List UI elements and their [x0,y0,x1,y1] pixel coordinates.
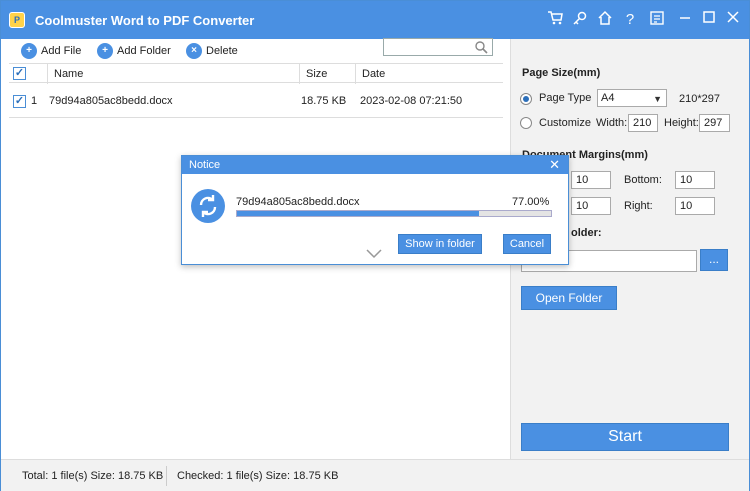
start-button[interactable]: Start [521,423,729,451]
refresh-icon [191,189,225,223]
right-label: Right: [624,200,653,212]
page-type-value: A4 [601,92,615,104]
progress-bar [236,210,552,217]
row-date: 2023-02-08 07:21:50 [360,95,463,107]
left-margin-field[interactable]: 10 [571,197,611,215]
cart-icon[interactable] [545,10,565,30]
customize-radio[interactable] [520,117,532,129]
add-folder-button[interactable]: + Add Folder [97,42,171,60]
search-input[interactable] [383,38,493,56]
add-file-label: Add File [41,45,82,57]
feedback-icon[interactable] [647,10,667,30]
progress-fill [237,211,479,216]
table-row[interactable]: ✓ 1 79d94a805ac8bedd.docx 18.75 KB 2023-… [9,86,503,118]
home-icon[interactable] [595,10,615,30]
page-dimensions: 210*297 [679,93,720,105]
status-checked: Checked: 1 file(s) Size: 18.75 KB [177,470,339,482]
close-icon[interactable]: ✕ [549,156,560,174]
column-size[interactable]: Size [299,64,355,84]
select-all-checkbox[interactable]: ✓ [13,67,26,80]
close-icon[interactable] [723,10,743,30]
browse-button[interactable]: ... [700,249,728,271]
app-title: Coolmuster Word to PDF Converter [35,13,255,28]
page-size-title: Page Size(mm) [522,67,601,79]
output-folder-title: older: [571,227,602,239]
app-window: P Coolmuster Word to PDF Converter ? + A… [0,0,750,491]
add-file-icon: + [21,43,37,59]
cancel-button[interactable]: Cancel [503,234,551,254]
row-checkbox[interactable]: ✓ [13,95,26,108]
bottom-margin-field[interactable]: 10 [675,171,715,189]
open-folder-button[interactable]: Open Folder [521,286,617,310]
page-type-radio[interactable] [520,93,532,105]
app-logo-icon: P [9,12,25,28]
table-header: ✓ Name Size Date [9,63,503,84]
add-file-button[interactable]: + Add File [21,42,81,60]
chevron-down-icon[interactable] [366,249,382,259]
column-name[interactable]: Name [47,64,299,84]
column-date[interactable]: Date [355,64,503,84]
page-type-select[interactable]: A4 ▼ [597,89,667,107]
show-in-folder-button[interactable]: Show in folder [398,234,482,254]
page-type-label: Page Type [539,92,592,104]
key-icon[interactable] [570,10,590,30]
dialog-percent: 77.00% [512,196,550,208]
add-folder-icon: + [97,43,113,59]
row-file-name: 79d94a805ac8bedd.docx [49,95,173,107]
notice-dialog: Notice ✕ 79d94a805ac8bedd.docx 77.00% Sh… [181,155,569,265]
top-margin-field[interactable]: 10 [571,171,611,189]
help-icon[interactable]: ? [620,10,640,30]
height-label: Height: [664,117,699,129]
dialog-title: Notice [189,159,221,171]
chevron-down-icon: ▼ [653,94,662,104]
right-margin-field[interactable]: 10 [675,197,715,215]
search-icon[interactable] [474,40,488,54]
maximize-icon[interactable] [699,10,719,30]
dialog-title-bar[interactable]: Notice ✕ [182,156,568,174]
row-file-size: 18.75 KB [301,95,347,107]
delete-button[interactable]: × Delete [186,42,238,60]
bottom-label: Bottom: [624,174,662,186]
add-folder-label: Add Folder [117,45,171,57]
status-bar: Total: 1 file(s) Size: 18.75 KB Checked:… [1,459,749,491]
dialog-file-name: 79d94a805ac8bedd.docx [236,196,360,208]
title-bar[interactable]: P Coolmuster Word to PDF Converter ? [1,1,749,39]
status-divider [166,466,167,486]
width-field[interactable]: 210 [628,114,658,132]
width-label: Width: [596,117,628,129]
status-total: Total: 1 file(s) Size: 18.75 KB [22,470,164,482]
customize-label: Customize [539,117,591,129]
row-index: 1 [31,95,38,107]
delete-label: Delete [206,45,238,57]
height-field[interactable]: 297 [699,114,730,132]
delete-icon: × [186,43,202,59]
minimize-icon[interactable] [675,10,695,30]
